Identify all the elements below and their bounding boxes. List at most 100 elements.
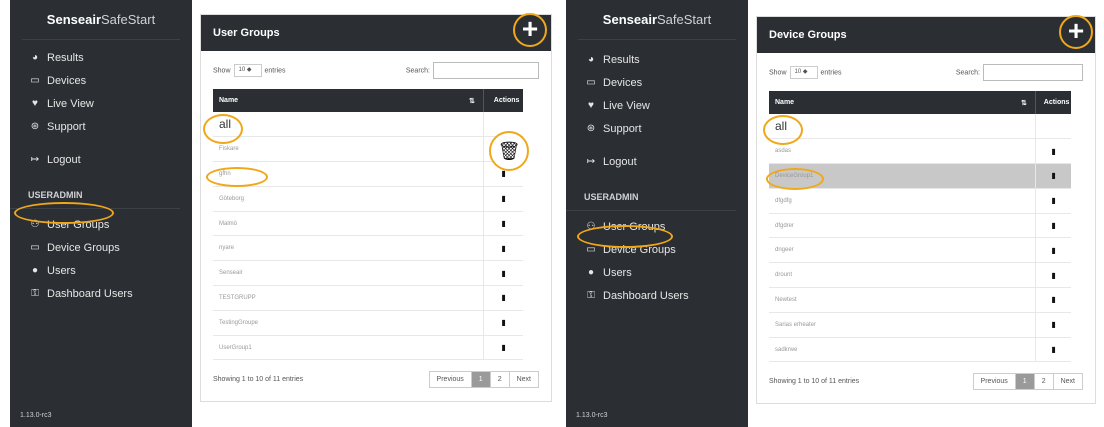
sidebar-item-live-view[interactable]: ♥ Live View (10, 92, 192, 115)
table-row[interactable]: Newtest ▮ (769, 287, 1072, 313)
table-row[interactable]: all (213, 112, 524, 138)
trash-icon[interactable]: ▮ (1051, 221, 1055, 230)
trash-icon[interactable]: ▮ (501, 318, 505, 327)
table-row[interactable]: UserGroup1 ▮ (213, 335, 524, 361)
sort-icon[interactable]: ⇅ (463, 89, 484, 112)
trash-icon[interactable]: ▮ (1051, 171, 1055, 180)
sidebar-right: Senseair SafeStart ◕ Results ▭ Devices ♥ Liv… (566, 0, 748, 427)
trash-icon[interactable]: ▮ (501, 244, 505, 253)
trash-icon[interactable]: ▮ (501, 219, 505, 228)
sidebar-item-label: Dashboard Users (47, 287, 133, 300)
page-title: Device Groups (769, 29, 847, 41)
trash-icon[interactable]: ▮ (1051, 246, 1055, 255)
sidebar-item-logout[interactable]: ↦ Logout (10, 148, 192, 171)
sidebar-item-device-groups[interactable]: ▭ Device Groups (566, 238, 748, 261)
table-row[interactable]: dngeer ▮ (769, 237, 1072, 264)
table-row[interactable]: drount ▮ (769, 262, 1072, 289)
table-row[interactable]: sadkrwe ▮ (769, 337, 1072, 363)
prev-page-button[interactable]: Previous (974, 373, 1016, 389)
trash-icon[interactable]: ▮ (501, 194, 505, 203)
page-2-button[interactable]: 2 (491, 371, 510, 387)
trash-icon[interactable]: ▮ (1051, 295, 1055, 304)
sidebar-section-useradmin: USERADMIN (566, 183, 736, 211)
search-input[interactable] (983, 63, 1083, 81)
trash-icon[interactable]: ▮ (1051, 196, 1055, 205)
sidebar-item-results[interactable]: ◕ Results (10, 46, 192, 69)
table-row[interactable]: dfgdfg ▮ (769, 188, 1072, 214)
sidebar-item-users[interactable]: ● Users (566, 261, 748, 284)
sidebar-item-live-view[interactable]: ♥ Live View (566, 94, 748, 117)
column-header-name[interactable]: Name (213, 89, 463, 112)
table-row[interactable]: Sarias erheater ▮ (769, 312, 1072, 338)
sidebar-item-device-groups[interactable]: ▭ Device Groups (10, 236, 192, 259)
sidebar-item-dashboard-users[interactable]: ⚿ Dashboard Users (10, 282, 192, 305)
table-row[interactable]: gfhn ▮ (213, 161, 524, 187)
next-page-button[interactable]: Next (510, 372, 538, 387)
group-name-cell: sadkrwe (769, 337, 1036, 363)
plus-icon: + (521, 12, 539, 44)
column-header-actions: Actions (482, 89, 524, 112)
sidebar-item-user-groups[interactable]: ⚇ User Groups (566, 215, 748, 238)
life-ring-icon: ⊛ (586, 123, 596, 134)
table-row[interactable]: all (769, 114, 1072, 140)
table-row[interactable]: dfgdrer ▮ (769, 213, 1072, 239)
table-row[interactable]: TestingGroupe ▮ (213, 310, 524, 336)
table-row[interactable]: Malmö ▮ (213, 211, 524, 237)
sidebar-item-logout[interactable]: ↦ Logout (566, 150, 748, 173)
group-name-cell: TestingGroupe (213, 310, 484, 336)
brand-logo[interactable]: Senseair SafeStart (578, 0, 736, 40)
table-row[interactable]: TESTGRUPP ▮ (213, 285, 524, 311)
sort-icon[interactable]: ⇅ (1015, 91, 1036, 114)
table-row[interactable]: Fiskare▮ (213, 136, 524, 163)
page-2-button[interactable]: 2 (1035, 373, 1054, 389)
trash-icon[interactable]: ▮ (501, 343, 505, 352)
trash-icon[interactable]: ▮ (1051, 147, 1055, 156)
trash-icon[interactable]: ▮ (501, 293, 505, 302)
group-name-cell: UserGroup1 (213, 335, 484, 361)
sidebar-item-users[interactable]: ● Users (10, 259, 192, 282)
table-row[interactable]: Senseair ▮ (213, 260, 524, 287)
pagination: Previous 1 2 Next (972, 372, 1083, 390)
trash-icon[interactable]: ▮ (501, 269, 505, 278)
sidebar-item-devices[interactable]: ▭ Devices (566, 71, 748, 94)
trash-icon[interactable]: ▮ (1051, 271, 1055, 280)
table-row[interactable]: asdas ▮ (769, 138, 1072, 165)
table-row[interactable]: Göteborg ▮ (213, 186, 524, 212)
search-label: Search: (405, 66, 430, 74)
sidebar-item-results[interactable]: ◕ Results (566, 48, 748, 71)
table-controls: Show 10 ◆ entries Search: (201, 51, 551, 89)
table-row[interactable]: nyare ▮ (213, 235, 524, 262)
sidebar-item-label: Devices (603, 76, 643, 89)
entries-select[interactable]: 10 ◆ (233, 63, 262, 77)
sidebar-item-support[interactable]: ⊛ Support (566, 117, 748, 140)
user-icon: ● (31, 265, 39, 276)
trash-icon[interactable]: ▮ (1051, 320, 1055, 329)
sidebar-item-support[interactable]: ⊛ Support (10, 115, 192, 138)
entries-select-value: 10 (794, 68, 802, 75)
column-header-actions: Actions (1034, 91, 1072, 114)
page-1-button[interactable]: 1 (471, 371, 491, 387)
trash-icon[interactable]: ▮ (501, 169, 505, 178)
group-name-cell: dfgdrer (769, 213, 1036, 239)
brand-logo[interactable]: Senseair SafeStart (22, 0, 180, 40)
group-name-cell: DeviceGroup1 (769, 163, 1036, 189)
column-header-name[interactable]: Name (769, 91, 1015, 114)
next-page-button[interactable]: Next (1054, 374, 1082, 389)
entries-select-value: 10 (238, 66, 246, 73)
sidebar-item-dashboard-users[interactable]: ⚿ Dashboard Users (566, 284, 748, 307)
prev-page-button[interactable]: Previous (430, 371, 472, 387)
sidebar-item-devices[interactable]: ▭ Devices (10, 69, 192, 92)
groups-table: Name ⇅ Actions allFiskare▮gfhn▮Göteborg▮… (213, 89, 524, 361)
table-row[interactable]: DeviceGroup1 ▮ (769, 163, 1072, 189)
sidebar-item-user-groups[interactable]: ⚇ User Groups (10, 213, 192, 236)
column-name-label: Name (775, 99, 795, 106)
group-name-cell: dfgdfg (769, 188, 1036, 214)
trash-icon[interactable]: ▮ (1051, 345, 1055, 354)
trash-icon[interactable]: 🗑 (489, 131, 529, 171)
page-1-button[interactable]: 1 (1015, 373, 1035, 389)
card-header: Device Groups + (757, 15, 1095, 53)
search-input[interactable] (433, 61, 539, 79)
add-group-button[interactable]: + (513, 13, 547, 47)
add-group-button[interactable]: + (1059, 15, 1093, 49)
entries-select[interactable]: 10 ◆ (789, 65, 818, 79)
